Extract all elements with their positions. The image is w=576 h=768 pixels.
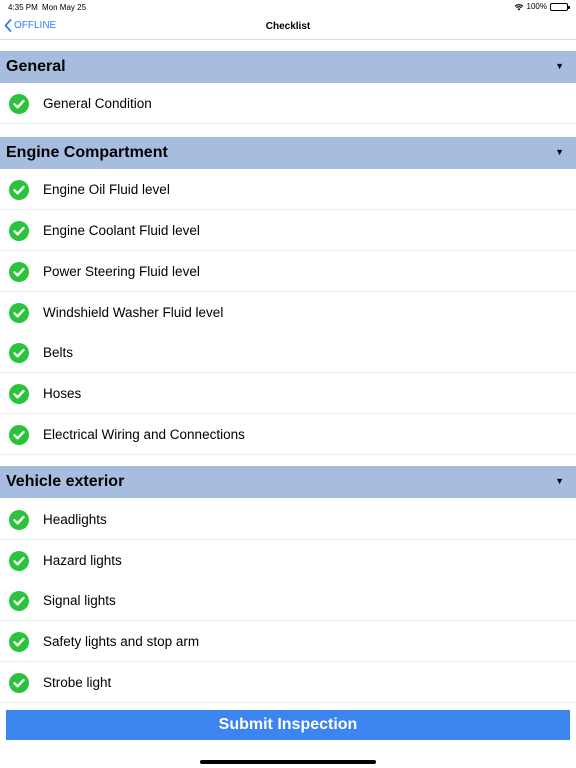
checkmark-circle-icon[interactable] [9,262,29,282]
status-bar: 4:35 PM Mon May 25 100% [0,0,576,14]
checklist-item: Strobe light [0,662,576,703]
checkmark-circle-icon[interactable] [9,180,29,200]
checkmark-circle-icon[interactable] [9,221,29,241]
checklist-item: Belts [0,332,576,373]
checklist-item: Engine Coolant Fluid level [0,210,576,251]
checkmark-circle-icon[interactable] [9,425,29,445]
checkmark-circle-icon[interactable] [9,551,29,571]
checkmark-circle-icon[interactable] [9,632,29,652]
checklist-item: General Condition [0,83,576,124]
checklist-item: Electrical Wiring and Connections [0,414,576,455]
checkmark-circle-icon[interactable] [9,94,29,114]
checklist-item-label: Belts [43,345,74,360]
checklist-item-label: Strobe light [43,675,112,690]
checklist-item-label: Safety lights and stop arm [43,634,200,649]
checkmark-circle-icon[interactable] [9,673,29,693]
battery-icon [550,2,570,11]
checklist-item: Hoses [0,373,576,414]
checklist-item-label: Signal lights [43,593,116,608]
submit-inspection-button[interactable]: Submit Inspection [6,710,570,740]
checklist-item-label: Engine Oil Fluid level [43,182,170,197]
checklist-item-label: General Condition [43,96,152,111]
section-title: Engine Compartment [6,144,168,161]
wifi-icon [514,3,524,11]
checklist-item: Power Steering Fluid level [0,251,576,292]
checklist-item: Windshield Washer Fluid level [0,292,576,333]
checklist-item-label: Hazard lights [43,553,122,568]
checklist-item: Headlights [0,499,576,540]
checkmark-circle-icon[interactable] [9,343,29,363]
checklist-item-label: Engine Coolant Fluid level [43,223,200,238]
section-title: General [6,58,66,75]
status-indicators: 100% [514,2,570,11]
caret-down-icon: ▼ [555,476,564,486]
checklist-item-label: Power Steering Fluid level [43,264,200,279]
checklist-item: Hazard lights [0,540,576,581]
checkmark-circle-icon[interactable] [9,303,29,323]
checkmark-circle-icon[interactable] [9,384,29,404]
status-date: Mon May 25 [42,3,87,12]
checklist-item: Safety lights and stop arm [0,621,576,662]
section-title: Vehicle exterior [6,473,125,490]
checklist-item-label: Headlights [43,512,107,527]
section-header-engine-compartment[interactable]: Engine Compartment ▼ [0,137,576,169]
nav-bar: OFFLINE Checklist [0,14,576,40]
section-header-vehicle-exterior[interactable]: Vehicle exterior ▼ [0,466,576,498]
checklist-item: Engine Oil Fluid level [0,169,576,210]
checklist-item-label: Hoses [43,386,82,401]
checkmark-circle-icon[interactable] [9,510,29,530]
page-title: Checklist [265,21,311,32]
checklist-item-label: Windshield Washer Fluid level [43,305,224,320]
home-indicator [200,760,376,764]
section-header-general[interactable]: General ▼ [0,51,576,83]
battery-percent: 100% [526,2,547,11]
caret-down-icon: ▼ [555,61,564,71]
checkmark-circle-icon[interactable] [9,591,29,611]
checklist-item-label: Electrical Wiring and Connections [43,427,245,442]
status-time: 4:35 PM [8,3,38,12]
checklist-item: Signal lights [0,580,576,621]
caret-down-icon: ▼ [555,147,564,157]
